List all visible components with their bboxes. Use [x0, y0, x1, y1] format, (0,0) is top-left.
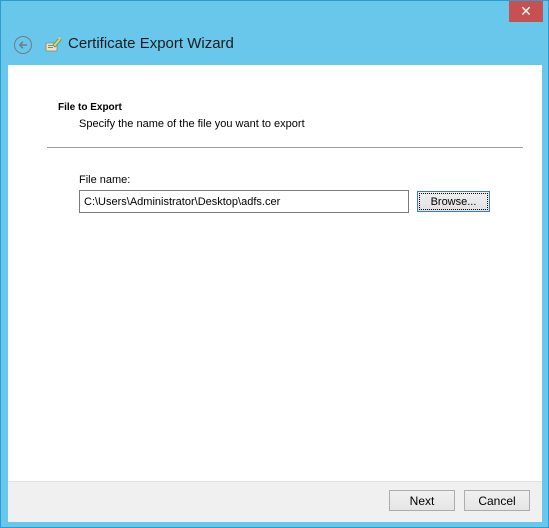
file-name-label: File name:: [79, 174, 131, 186]
close-button[interactable]: ✕: [509, 1, 543, 22]
page-description: Specify the name of the file you want to…: [79, 118, 305, 130]
back-button[interactable]: [14, 36, 32, 54]
wizard-header: Certificate Export Wizard: [8, 31, 542, 64]
file-name-input[interactable]: [79, 190, 409, 213]
wizard-footer: Next Cancel: [8, 481, 542, 522]
next-button[interactable]: Next: [389, 490, 455, 511]
wizard-window: ✕ Certificate Export Wizard File to Expo…: [0, 0, 549, 528]
back-arrow-icon: [18, 41, 28, 49]
wizard-title: Certificate Export Wizard: [68, 35, 234, 52]
cancel-button[interactable]: Cancel: [464, 490, 530, 511]
browse-button[interactable]: Browse...: [417, 191, 490, 212]
wizard-content: File to Export Specify the name of the f…: [8, 65, 542, 481]
page-title: File to Export: [58, 102, 122, 113]
header-divider: [47, 147, 523, 148]
close-icon: ✕: [520, 3, 532, 20]
certificate-wizard-icon: [45, 37, 62, 52]
